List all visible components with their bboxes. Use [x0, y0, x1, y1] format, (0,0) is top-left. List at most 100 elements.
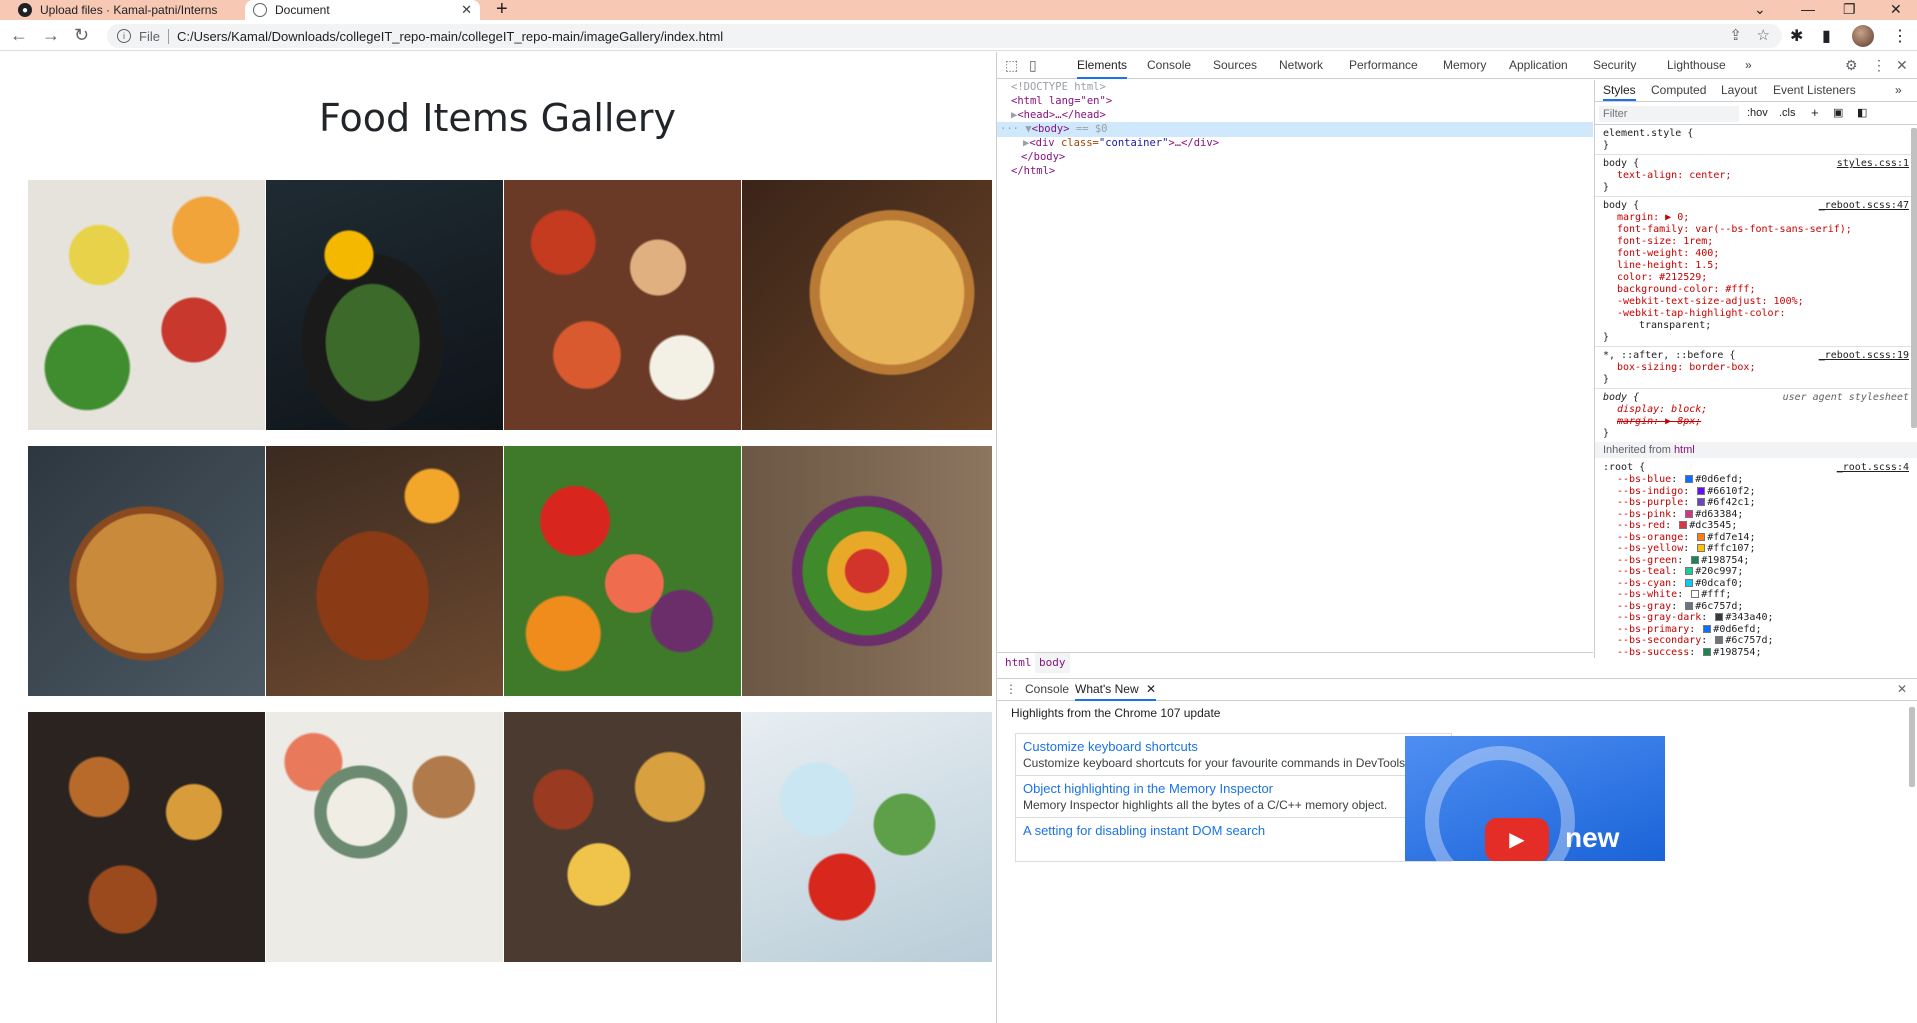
- css-variable[interactable]: --bs-teal: #20c997;: [1617, 566, 1743, 578]
- close-drawer-icon[interactable]: ✕: [1897, 682, 1907, 696]
- dom-html[interactable]: <html lang="en">: [1011, 94, 1112, 109]
- rule-declaration-overridden[interactable]: margin: ▶ 8px;: [1617, 416, 1701, 428]
- rule-source-link[interactable]: _root.scss:4: [1837, 462, 1909, 473]
- rule-source-link[interactable]: _reboot.scss:19: [1819, 350, 1909, 361]
- tab-search-icon[interactable]: ⌄: [1754, 0, 1766, 20]
- drawer-tab-console[interactable]: Console: [1025, 682, 1069, 696]
- rule-selector[interactable]: body {: [1603, 158, 1639, 170]
- more-styles-tabs-icon[interactable]: »: [1895, 83, 1902, 97]
- rule-declaration[interactable]: -webkit-tap-highlight-color:: [1617, 308, 1786, 320]
- color-swatch[interactable]: [1715, 636, 1724, 644]
- rule-element-style[interactable]: element.style {: [1603, 128, 1693, 140]
- devtools-tab-security[interactable]: Security: [1593, 52, 1636, 79]
- dom-body[interactable]: ··· ▼<body> == $0: [997, 122, 1593, 137]
- drawer-tab-whats-new[interactable]: What's New ✕: [1075, 682, 1157, 701]
- youtube-play-icon[interactable]: ▶: [1485, 818, 1549, 861]
- reload-icon[interactable]: ↻: [74, 25, 89, 45]
- rule-declaration[interactable]: display: block;: [1617, 404, 1707, 416]
- color-swatch[interactable]: [1703, 647, 1712, 656]
- close-window-icon[interactable]: ✕: [1890, 0, 1902, 20]
- cls-toggle[interactable]: .cls: [1779, 107, 1796, 119]
- color-swatch[interactable]: [1691, 590, 1700, 598]
- color-swatch[interactable]: [1703, 624, 1712, 633]
- css-variable[interactable]: --bs-green: #198754;: [1617, 555, 1749, 567]
- card-title[interactable]: A setting for disabling instant DOM sear…: [1023, 822, 1444, 839]
- tab-document[interactable]: Document ✕: [245, 0, 480, 20]
- color-swatch[interactable]: [1685, 475, 1694, 483]
- more-tabs-icon[interactable]: »: [1745, 52, 1752, 79]
- color-swatch[interactable]: [1697, 544, 1706, 552]
- rule-declaration-value[interactable]: transparent;: [1639, 320, 1711, 332]
- color-swatch[interactable]: [1679, 521, 1688, 529]
- color-swatch[interactable]: [1697, 498, 1706, 506]
- devtools-menu-icon[interactable]: ⋮: [1872, 57, 1886, 74]
- css-variable[interactable]: --bs-yellow: #ffc107;: [1617, 543, 1755, 555]
- ellipsis-icon[interactable]: ···: [997, 123, 1019, 135]
- rule-selector[interactable]: body {: [1603, 392, 1639, 404]
- breadcrumb-body[interactable]: body: [1035, 653, 1070, 673]
- url-field[interactable]: i File C:/Users/Kamal/Downloads/collegeI…: [107, 24, 1782, 48]
- color-swatch[interactable]: [1685, 567, 1694, 575]
- close-icon[interactable]: ✕: [1146, 682, 1156, 696]
- css-variable[interactable]: --bs-gray: #6c757d;: [1617, 601, 1743, 613]
- whats-new-video-thumbnail[interactable]: ▶ new: [1405, 736, 1665, 861]
- url-text[interactable]: C:/Users/Kamal/Downloads/collegeIT_repo-…: [177, 29, 723, 44]
- color-swatch[interactable]: [1715, 613, 1724, 621]
- color-swatch[interactable]: [1685, 601, 1694, 610]
- styles-scrollbar[interactable]: [1911, 128, 1917, 428]
- css-variable[interactable]: --bs-purple: #6f42c1;: [1617, 497, 1755, 509]
- devtools-tab-application[interactable]: Application: [1509, 52, 1568, 79]
- gear-icon[interactable]: ⚙: [1845, 57, 1858, 74]
- back-icon[interactable]: ←: [10, 25, 28, 45]
- devtools-tab-network[interactable]: Network: [1279, 52, 1323, 79]
- css-variable[interactable]: --bs-success: #198754;: [1617, 647, 1761, 659]
- rule-declaration[interactable]: margin: ▶ 0;: [1617, 212, 1689, 224]
- card-title[interactable]: Customize keyboard shortcuts: [1023, 738, 1444, 755]
- color-swatch[interactable]: [1691, 555, 1700, 564]
- device-toolbar-icon[interactable]: ▯: [1029, 57, 1037, 74]
- card-title[interactable]: Object highlighting in the Memory Inspec…: [1023, 780, 1444, 797]
- rule-source-link[interactable]: styles.css:1: [1837, 158, 1909, 169]
- whats-new-card[interactable]: Object highlighting in the Memory Inspec…: [1015, 775, 1452, 820]
- css-variable[interactable]: --bs-white: #fff;: [1617, 589, 1731, 601]
- rule-declaration[interactable]: box-sizing: border-box;: [1617, 362, 1755, 374]
- paint-icon[interactable]: ▣: [1833, 106, 1843, 119]
- forward-icon[interactable]: →: [42, 25, 60, 45]
- rule-declaration[interactable]: -webkit-text-size-adjust: 100%;: [1617, 296, 1804, 308]
- color-swatch[interactable]: [1697, 532, 1706, 541]
- rule-selector[interactable]: body {: [1603, 200, 1639, 212]
- share-icon[interactable]: ⇪: [1729, 24, 1742, 48]
- tab-upload-files[interactable]: ● Upload files · Kamal-patni/Interns: [10, 0, 245, 20]
- tab-event-listeners[interactable]: Event Listeners: [1773, 83, 1856, 97]
- css-variable[interactable]: --bs-secondary: #6c757d;: [1617, 635, 1774, 647]
- drawer-scrollbar[interactable]: [1909, 707, 1915, 787]
- dom-html-close[interactable]: </html>: [1011, 164, 1055, 179]
- add-rule-icon[interactable]: +: [1811, 105, 1819, 120]
- rule-declaration[interactable]: color: #212529;: [1617, 272, 1707, 284]
- css-variable[interactable]: --bs-gray-dark: #343a40;: [1617, 612, 1774, 624]
- devtools-tab-lighthouse[interactable]: Lighthouse: [1667, 52, 1726, 79]
- close-devtools-icon[interactable]: ✕: [1896, 57, 1908, 74]
- dom-body-close[interactable]: </body>: [1021, 150, 1065, 165]
- devtools-tab-sources[interactable]: Sources: [1213, 52, 1257, 79]
- bookmark-star-icon[interactable]: ☆: [1757, 24, 1770, 48]
- css-variable[interactable]: --bs-pink: #d63384;: [1617, 509, 1743, 521]
- rule-declaration[interactable]: text-align: center;: [1617, 170, 1731, 182]
- dom-div-container[interactable]: ▶<div class="container">…</div>: [1023, 136, 1219, 151]
- drawer-menu-icon[interactable]: ⋮: [1005, 682, 1017, 696]
- breadcrumb-html[interactable]: html: [1005, 653, 1032, 673]
- css-variable[interactable]: --bs-blue: #0d6efd;: [1617, 474, 1743, 486]
- rule-selector[interactable]: *, ::after, ::before {: [1603, 350, 1735, 362]
- rule-declaration[interactable]: font-size: 1rem;: [1617, 236, 1713, 248]
- rule-declaration[interactable]: font-weight: 400;: [1617, 248, 1719, 260]
- info-icon[interactable]: i: [117, 29, 131, 43]
- maximize-icon[interactable]: ❐: [1843, 0, 1856, 20]
- devtools-tab-performance[interactable]: Performance: [1349, 52, 1418, 79]
- css-variable[interactable]: --bs-indigo: #6610f2;: [1617, 486, 1755, 498]
- minimize-icon[interactable]: —: [1801, 0, 1815, 20]
- whats-new-card[interactable]: Customize keyboard shortcuts Customize k…: [1015, 733, 1452, 778]
- whats-new-card[interactable]: A setting for disabling instant DOM sear…: [1015, 817, 1452, 862]
- sidebar-toggle-icon[interactable]: ◧: [1857, 106, 1867, 119]
- rule-declaration[interactable]: font-family: var(--bs-font-sans-serif);: [1617, 224, 1852, 236]
- devtools-tab-memory[interactable]: Memory: [1443, 52, 1486, 79]
